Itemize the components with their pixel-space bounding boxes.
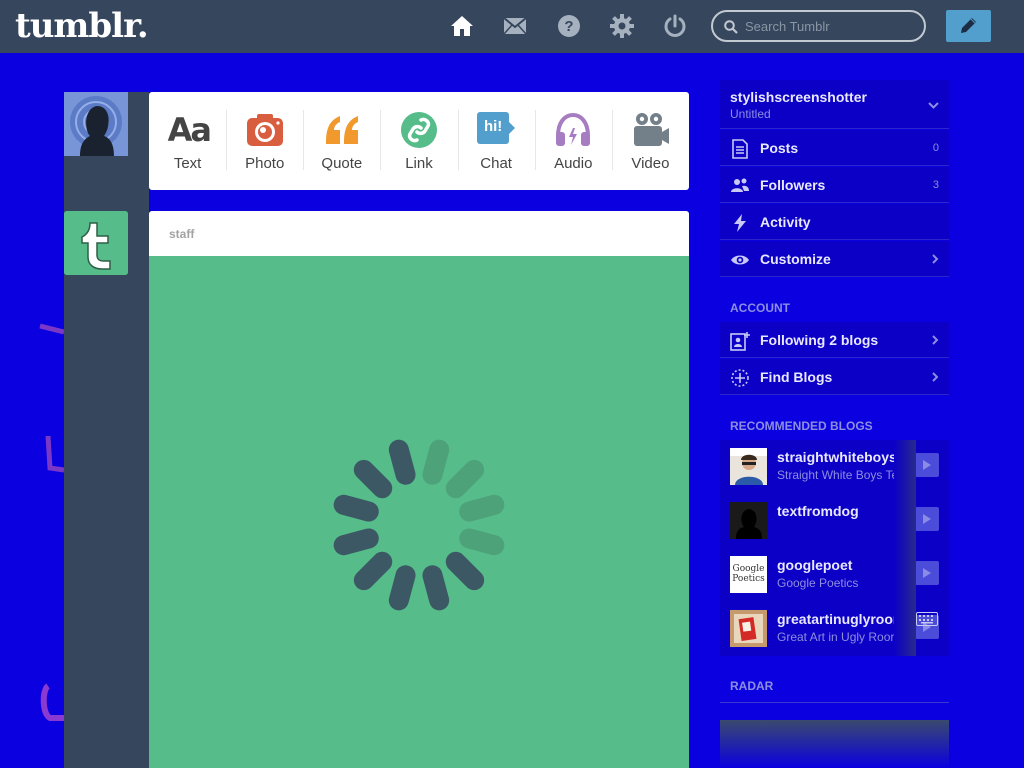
- quote-icon: [325, 116, 358, 144]
- sidebar-item-label: Following 2 blogs: [760, 332, 879, 348]
- post-header: staff: [149, 211, 689, 256]
- top-header: tumblr. ?: [0, 0, 1024, 53]
- spinner-segment: [388, 565, 416, 611]
- sidebar-item-label: Posts: [760, 140, 799, 156]
- blog-name: stylishscreenshotter: [730, 89, 867, 105]
- text-icon: Aa: [167, 111, 212, 149]
- post-type-audio[interactable]: Audio: [534, 92, 612, 190]
- chevron-right-icon: [932, 254, 939, 264]
- blog-header[interactable]: stylishscreenshotter Untitled: [720, 80, 949, 129]
- scroll-overlay: [894, 440, 916, 656]
- chevron-right-icon: [932, 335, 939, 345]
- spinner-segment: [445, 459, 485, 499]
- eye-icon: [731, 255, 749, 265]
- chat-icon: hi!: [476, 110, 516, 150]
- video-camera-icon: [634, 113, 670, 146]
- follow-button[interactable]: [915, 453, 939, 477]
- spinner-segment: [459, 494, 505, 522]
- svg-text:?: ?: [564, 18, 573, 35]
- blog-subtitle: Untitled: [730, 107, 771, 121]
- posts-icon: [732, 139, 748, 159]
- follow-button[interactable]: [915, 561, 939, 585]
- sidebar-item-label: Activity: [760, 214, 811, 230]
- spinner-segment: [459, 528, 505, 556]
- chevron-down-icon: [928, 102, 939, 109]
- search-input[interactable]: [745, 18, 915, 34]
- spinner-segment: [333, 494, 379, 522]
- search-icon: [724, 20, 738, 34]
- power-icon[interactable]: [663, 14, 687, 38]
- dashboard-post: staff: [149, 211, 689, 768]
- spinner-segment: [353, 551, 393, 591]
- blog-avatar: [730, 448, 767, 485]
- headphones-icon: [556, 112, 591, 146]
- sidebar-item-followers[interactable]: Followers 3: [720, 167, 949, 203]
- spinner-segment: [388, 439, 416, 485]
- spinner-segment: [353, 459, 393, 499]
- find-blogs-icon: [731, 369, 749, 387]
- post-type-label: Text: [173, 155, 202, 172]
- sidebar-item-label: Find Blogs: [760, 369, 833, 385]
- followers-count: 3: [932, 179, 939, 191]
- keyboard-icon[interactable]: [916, 612, 938, 626]
- blog-avatar: [730, 502, 767, 539]
- pencil-icon: [961, 18, 976, 33]
- follow-button[interactable]: [915, 507, 939, 531]
- tumblr-logo[interactable]: tumblr.: [15, 6, 149, 46]
- following-icon: [730, 332, 750, 351]
- sidebar-item-following[interactable]: Following 2 blogs: [720, 322, 949, 358]
- loading-spinner-icon: [333, 439, 505, 611]
- post-type-quote[interactable]: Quote: [303, 92, 380, 190]
- sidebar-item-find-blogs[interactable]: Find Blogs: [720, 359, 949, 395]
- help-icon[interactable]: ?: [557, 14, 581, 38]
- mail-icon[interactable]: [503, 14, 527, 38]
- post-type-label: Video: [631, 155, 670, 172]
- radar-section-title: RADAR: [720, 679, 949, 703]
- sidebar-item-activity[interactable]: Activity: [720, 204, 949, 240]
- link-icon: [400, 112, 437, 148]
- post-type-photo[interactable]: Photo: [226, 92, 303, 190]
- post-type-link[interactable]: Link: [380, 92, 457, 190]
- lightning-icon: [734, 214, 746, 232]
- camera-icon: [246, 114, 283, 146]
- followers-icon: [731, 178, 749, 192]
- dashboard-column: [64, 92, 149, 768]
- post-type-video[interactable]: Video: [611, 92, 689, 190]
- post-type-label: Audio: [554, 155, 593, 172]
- post-type-label: Link: [405, 155, 433, 172]
- post-author[interactable]: staff: [169, 227, 194, 241]
- avatar[interactable]: [64, 92, 128, 156]
- sidebar-item-label: Customize: [760, 251, 831, 267]
- chevron-right-icon: [932, 372, 939, 382]
- blog-avatar: Google Poetics: [730, 556, 767, 593]
- spinner-segment: [333, 528, 379, 556]
- blog-avatar: [730, 610, 767, 647]
- post-type-label: Photo: [245, 155, 285, 172]
- spinner-segment: [445, 551, 485, 591]
- post-type-bar: Aa Text Photo Quote Link hi! Chat Audio …: [149, 92, 689, 190]
- sidebar-item-label: Followers: [760, 177, 826, 193]
- post-type-label: Chat: [480, 155, 512, 172]
- spinner-segment: [422, 439, 450, 485]
- spinner-segment: [422, 565, 450, 611]
- post-type-chat[interactable]: hi! Chat: [457, 92, 535, 190]
- staff-avatar[interactable]: [64, 211, 128, 275]
- compose-button[interactable]: [946, 10, 991, 42]
- radar-panel[interactable]: [720, 720, 949, 768]
- home-icon[interactable]: [450, 14, 474, 38]
- search-box[interactable]: [711, 10, 926, 42]
- posts-count: 0: [932, 142, 939, 154]
- post-type-text[interactable]: Aa Text: [149, 92, 226, 190]
- post-type-label: Quote: [321, 155, 363, 172]
- sidebar-item-posts[interactable]: Posts 0: [720, 130, 949, 166]
- gear-icon[interactable]: [610, 14, 634, 38]
- sidebar-item-customize[interactable]: Customize: [720, 241, 949, 277]
